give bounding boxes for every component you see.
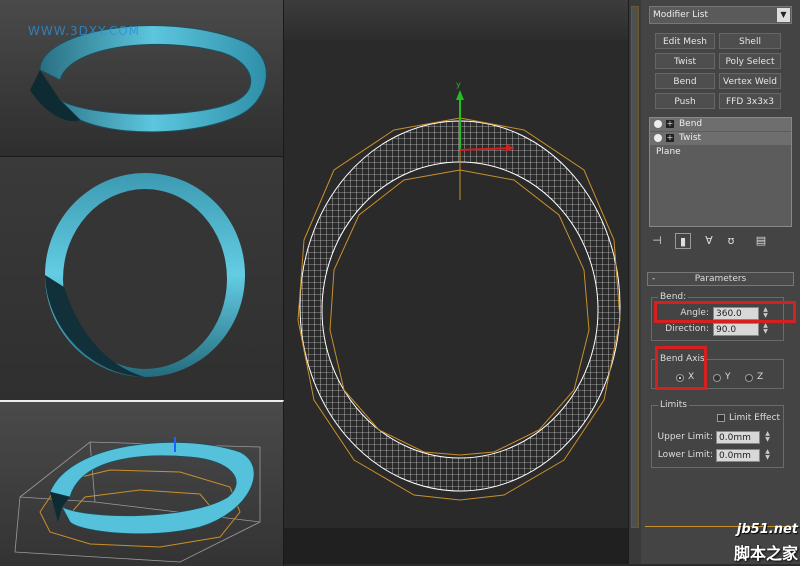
expand-icon[interactable]: + [666, 120, 674, 128]
site-logo-domain: jb51.net [736, 522, 798, 537]
shell-button[interactable]: Shell [719, 33, 781, 49]
expand-icon[interactable]: + [666, 134, 674, 142]
vertex-weld-button[interactable]: Vertex Weld [719, 73, 781, 89]
direction-label: Direction: [665, 324, 709, 334]
angle-highlight-box [654, 301, 796, 323]
viewport-top-left[interactable]: WWW.3DXY.COM [0, 0, 284, 157]
edit-mesh-button[interactable]: Edit Mesh [655, 33, 715, 49]
viewport-mid-left[interactable] [0, 157, 284, 400]
axis-z-label: Z [757, 372, 764, 382]
stack-item-twist[interactable]: + Twist [650, 132, 791, 145]
limit-effect-label: Limit Effect [729, 413, 781, 423]
twist-button[interactable]: Twist [655, 53, 715, 69]
lower-limit-label: Lower Limit: [657, 450, 713, 460]
axis-y-label: Y [725, 372, 731, 382]
panel-scrollbar-thumb[interactable] [631, 6, 639, 528]
direction-field[interactable]: 90.0 [713, 323, 759, 336]
viewport-bottom-left[interactable] [0, 400, 284, 566]
axis-z-radio[interactable] [745, 374, 753, 382]
bend-button[interactable]: Bend [655, 73, 715, 89]
modifier-list-label: Modifier List [653, 10, 708, 20]
lightbulb-icon[interactable] [654, 134, 662, 142]
site-logo: jb51.net 脚本之家 [728, 522, 800, 564]
modifier-stack[interactable]: + Bend + Twist Plane [649, 117, 792, 227]
push-button[interactable]: Push [655, 93, 715, 109]
make-unique-icon[interactable]: ∀ [701, 233, 717, 249]
panel-scrollbar[interactable] [628, 0, 641, 564]
upper-limit-label: Upper Limit: [657, 432, 713, 442]
stack-item-label: Bend [679, 119, 703, 129]
stack-item-plane[interactable]: Plane [650, 146, 791, 159]
modify-panel: Modifier List ▼ Edit Mesh Shell Twist Po… [641, 0, 800, 564]
ffd-3x3x3-button[interactable]: FFD 3x3x3 [719, 93, 781, 109]
site-watermark: WWW.3DXY.COM [28, 24, 141, 38]
lightbulb-icon[interactable] [654, 120, 662, 128]
site-logo-name: 脚本之家 [733, 544, 798, 563]
gizmo-y-label: y [456, 80, 461, 89]
chevron-down-icon[interactable]: ▼ [777, 8, 790, 22]
lower-limit-field[interactable]: 0.0mm [716, 449, 760, 462]
parameters-rollout-header[interactable]: - Parameters [647, 272, 794, 286]
upper-limit-field[interactable]: 0.0mm [716, 431, 760, 444]
show-end-result-icon[interactable]: ▮ [675, 233, 691, 249]
viewport-main[interactable]: y [284, 0, 628, 564]
limits-title: Limits [658, 400, 689, 410]
parameters-title: Parameters [694, 274, 747, 284]
lower-limit-spinner-icon[interactable]: ▲ ▼ [763, 449, 772, 462]
stack-toolbar: ⊣ ▮ ∀ ʊ ▤ [649, 233, 792, 249]
bend-axis-highlight-box [655, 346, 707, 390]
stack-item-label: Plane [656, 147, 681, 157]
modifier-list-dropdown[interactable]: Modifier List ▼ [649, 6, 792, 24]
mobius-ribbon-front [45, 173, 245, 377]
poly-select-button[interactable]: Poly Select [719, 53, 781, 69]
perspective-scene [14, 437, 261, 563]
direction-spinner-icon[interactable]: ▲ ▼ [761, 323, 770, 336]
stack-item-bend[interactable]: + Bend [650, 118, 791, 131]
limit-effect-checkbox[interactable] [717, 414, 725, 422]
upper-limit-spinner-icon[interactable]: ▲ ▼ [763, 431, 772, 444]
pin-stack-icon[interactable]: ⊣ [649, 233, 665, 249]
remove-modifier-icon[interactable]: ʊ [723, 233, 739, 249]
wireframe-ring-view: y [284, 0, 628, 564]
stack-item-label: Twist [679, 133, 702, 143]
configure-sets-icon[interactable]: ▤ [753, 233, 769, 249]
axis-y-radio[interactable] [713, 374, 721, 382]
